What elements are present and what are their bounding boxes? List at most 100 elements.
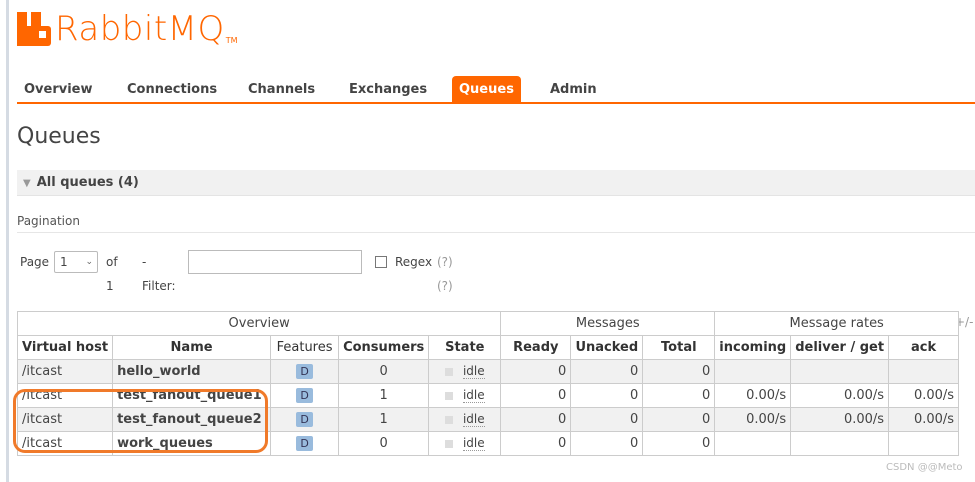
feature-badge: D (296, 364, 313, 379)
feature-badge: D (296, 412, 313, 427)
section-label: All queues (4) (36, 175, 139, 190)
cell-consumers: 0 (338, 431, 430, 456)
cell-total: 0 (642, 359, 716, 384)
regex-help-link[interactable]: (?)(?) (437, 250, 453, 298)
cell-unacked: 0 (570, 431, 644, 456)
filter-label: - Filter: (142, 255, 176, 293)
queue-row[interactable]: /itcast test_fanout_queue2 D 1 idle 0 0 0 0.00/s… (16, 407, 960, 432)
cell-incoming (714, 359, 792, 384)
of-pages-label: of 1 (106, 255, 118, 293)
page-select[interactable]: 1 ⌄ (54, 251, 98, 273)
col-features[interactable]: Features (270, 335, 340, 360)
cell-consumers: 1 (338, 407, 430, 432)
cell-deliver-get: 0.00/s (790, 407, 890, 432)
cell-ready: 0 (500, 431, 572, 456)
cell-unacked: 0 (570, 407, 644, 432)
cell-consumers: 1 (338, 383, 430, 408)
collapse-arrow-icon: ▼ (23, 178, 31, 189)
queue-name-link[interactable]: hello_world (112, 359, 272, 384)
cell-deliver-get: 0.00/s (790, 383, 890, 408)
cell-incoming: 0.00/s (714, 383, 792, 408)
logo-text: RabbitMQ (55, 9, 225, 49)
group-overview: Overview (16, 311, 502, 336)
filter-input[interactable] (188, 250, 362, 274)
tab-queues[interactable]: Queues (452, 76, 521, 102)
state-text: idle (462, 412, 485, 427)
tab-channels[interactable]: Channels (241, 76, 322, 102)
cell-features: D (270, 431, 340, 456)
cell-total: 0 (642, 407, 716, 432)
queue-name-link[interactable]: test_fanout_queue1 (112, 383, 272, 408)
cell-deliver-get (790, 431, 890, 456)
col-deliver-get[interactable]: deliver / get (790, 335, 890, 360)
feature-badge: D (296, 436, 313, 451)
cell-deliver-get (790, 359, 890, 384)
rabbitmq-logo-icon (17, 12, 51, 46)
pagination-label: Pagination (17, 214, 80, 228)
queue-row[interactable]: /itcast test_fanout_queue1 D 1 idle 0 0 0 0.00/s… (16, 383, 960, 408)
cell-features: D (270, 383, 340, 408)
cell-features: D (270, 359, 340, 384)
queue-row[interactable]: /itcast hello_world D 0 idle 0 0 0 (16, 359, 960, 384)
rabbitmq-logo[interactable]: RabbitMQ TM (17, 8, 238, 50)
col-virtual-host[interactable]: Virtual host (16, 335, 114, 360)
cell-state: idle (428, 359, 502, 384)
tab-admin[interactable]: Admin (543, 76, 604, 102)
chevron-down-icon: ⌄ (85, 257, 93, 267)
cell-state: idle (428, 383, 502, 408)
cell-features: D (270, 407, 340, 432)
cell-ack (888, 359, 960, 384)
col-ready[interactable]: Ready (500, 335, 572, 360)
cell-incoming: 0.00/s (714, 407, 792, 432)
tab-exchanges[interactable]: Exchanges (342, 76, 434, 102)
col-ack[interactable]: ack (888, 335, 960, 360)
tab-connections[interactable]: Connections (120, 76, 224, 102)
state-indicator-icon (444, 439, 453, 448)
watermark: CSDN @@Meto (886, 462, 963, 473)
cell-ack: 0.00/s (888, 383, 960, 408)
main-nav: Overview Connections Channels Exchanges … (17, 76, 975, 104)
queue-row[interactable]: /itcast work_queues D 0 idle 0 0 0 (16, 431, 960, 456)
cell-virtual-host: /itcast (16, 383, 114, 408)
cell-ack (888, 431, 960, 456)
cell-total: 0 (642, 431, 716, 456)
cell-ready: 0 (500, 359, 572, 384)
cell-ack: 0.00/s (888, 407, 960, 432)
tab-overview[interactable]: Overview (17, 76, 100, 102)
col-total[interactable]: Total (642, 335, 716, 360)
cell-unacked: 0 (570, 359, 644, 384)
state-text: idle (462, 388, 485, 403)
queue-name-link[interactable]: work_queues (112, 431, 272, 456)
col-incoming[interactable]: incoming (714, 335, 792, 360)
regex-checkbox[interactable] (375, 256, 387, 268)
page-label: Page (20, 255, 50, 269)
cell-ready: 0 (500, 383, 572, 408)
page-select-value: 1 (60, 255, 68, 269)
cell-total: 0 (642, 383, 716, 408)
state-text: idle (462, 436, 485, 451)
queue-name-link[interactable]: test_fanout_queue2 (112, 407, 272, 432)
state-indicator-icon (444, 367, 453, 376)
all-queues-toggle[interactable]: ▼ All queues (4) (17, 170, 975, 196)
cell-virtual-host: /itcast (16, 431, 114, 456)
cell-state: idle (428, 407, 502, 432)
page-title: Queues (17, 124, 101, 149)
col-unacked[interactable]: Unacked (570, 335, 644, 360)
state-indicator-icon (444, 391, 453, 400)
cell-ready: 0 (500, 407, 572, 432)
left-border (6, 0, 9, 482)
queues-table: Overview Messages Message rates Virtual … (16, 311, 960, 456)
col-name[interactable]: Name (112, 335, 272, 360)
col-consumers[interactable]: Consumers (338, 335, 430, 360)
group-messages: Messages (500, 311, 716, 336)
cell-consumers: 0 (338, 359, 430, 384)
cell-incoming (714, 431, 792, 456)
feature-badge: D (296, 388, 313, 403)
col-state[interactable]: State (428, 335, 502, 360)
cell-virtual-host: /itcast (16, 359, 114, 384)
cell-unacked: 0 (570, 383, 644, 408)
logo-trademark: TM (225, 35, 238, 45)
cell-virtual-host: /itcast (16, 407, 114, 432)
cell-state: idle (428, 431, 502, 456)
state-text: idle (462, 364, 485, 379)
